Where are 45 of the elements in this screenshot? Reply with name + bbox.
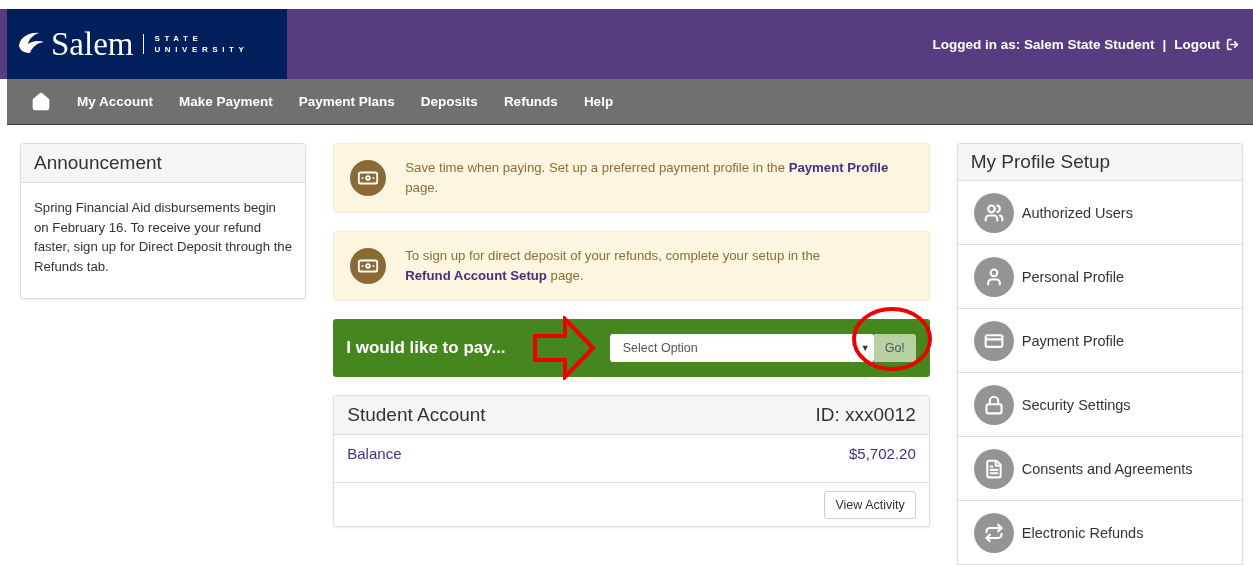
arrow-annotation [533, 316, 598, 380]
profile-item-icon [973, 512, 1014, 553]
logout-icon [1226, 37, 1239, 51]
profile-item[interactable]: Consents and Agreements [957, 437, 1242, 501]
nav-link[interactable]: Make Payment [179, 94, 273, 109]
logo-wordmark: Salem [51, 25, 134, 63]
notice-text: To sign up for direct deposit of your refunds, complete your setup in the Refund Account Setup page. [405, 247, 822, 285]
notice-link[interactable]: Payment Profile [788, 160, 889, 175]
profile-item-icon [973, 448, 1014, 489]
account-id: ID: xxx0012 [815, 404, 916, 426]
pay-label: I would like to pay... [346, 338, 507, 358]
notice-link[interactable]: Refund Account Setup [405, 268, 547, 283]
option-select[interactable]: Select Option ▼ [609, 334, 874, 362]
money-icon [350, 160, 387, 196]
go-button[interactable]: Go! [873, 334, 916, 362]
separator: | [1162, 36, 1167, 52]
view-activity-button[interactable]: View Activity [824, 491, 916, 519]
announcement-text: Spring Financial Aid disbursements begin on February 16. To receive your refund faster, sign up for Direct Deposit through the Refunds tab. [33, 199, 294, 276]
panel-title: Student Account [347, 404, 486, 426]
profile-item-icon [973, 384, 1014, 425]
panel-title: My Profile Setup [957, 144, 1242, 181]
logout-link[interactable]: Logout [1174, 36, 1239, 52]
balance-amount: $5,702.20 [849, 445, 916, 462]
logged-in-text: Logged in as: Salem State Student [932, 36, 1155, 52]
profile-item[interactable]: Security Settings [957, 373, 1242, 437]
nav-link[interactable]: Refunds [503, 94, 558, 109]
nav-link[interactable]: Deposits [420, 94, 478, 109]
panel-title: Announcement [21, 144, 306, 183]
profile-item[interactable]: Authorized Users [957, 181, 1242, 245]
money-icon [350, 248, 387, 284]
profile-item[interactable]: Electronic Refunds [957, 501, 1242, 565]
nav-link[interactable]: Help [583, 94, 614, 109]
profile-item-icon [973, 256, 1014, 297]
balance-link[interactable]: Balance [347, 445, 402, 462]
profile-item[interactable]: Personal Profile [957, 245, 1242, 309]
home-icon[interactable] [31, 91, 51, 112]
profile-item-icon [973, 320, 1014, 361]
profile-item-icon [973, 192, 1014, 233]
notice-text: Save time when paying. Set up a preferred payment profile in the Payment Profile page. [405, 159, 890, 197]
caret-icon: ▼ [860, 343, 870, 353]
logo-subtitle: STATE [154, 34, 204, 43]
nav-link[interactable]: My Account [77, 94, 153, 109]
profile-item[interactable]: Payment Profile [957, 309, 1242, 373]
nav-link[interactable]: Payment Plans [298, 94, 395, 109]
logo-subtitle: UNIVERSITY [154, 45, 249, 54]
